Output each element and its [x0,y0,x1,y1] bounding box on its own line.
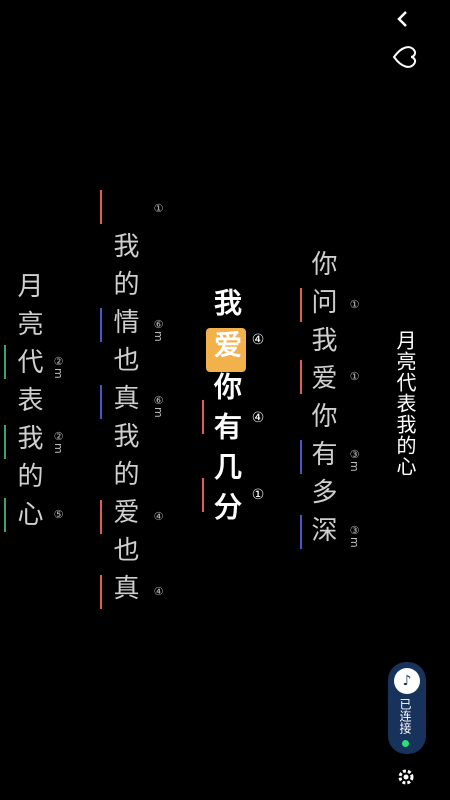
lyric-line-3: 我的情也真我的爱也真 [106,232,143,612]
chord-number: ① [348,298,361,311]
lyric-line-1: 你问我爱你有多深 [304,250,341,554]
chord-number: ④ [152,510,165,523]
lyric-char: 也 [109,346,139,384]
chord-number: ① [152,202,165,215]
lyric-char: 多 [307,478,337,516]
lyric-char: 表 [13,386,43,424]
connection-status-label: 已连接 [398,698,412,734]
chord-number: ③m [348,524,361,548]
lyric-char: 我 [109,422,139,460]
chord-mark [300,288,302,322]
chord-number: ⑥m [152,318,165,342]
lyric-char: 也 [109,536,139,574]
lyric-char: 真 [109,384,139,422]
chord-number: ④ [152,585,165,598]
lyric-char: 情 [109,308,139,346]
chord-mark [100,500,102,534]
lyric-line-2-current: 我爱你有几分 [206,288,246,532]
lyric-char: 深 [307,516,337,554]
lyric-char: 爱 [307,364,337,402]
chord-mark [100,385,102,419]
chord-number: ③m [348,448,361,472]
lyric-char: 的 [13,462,43,500]
lyric-char: 心 [13,500,43,538]
lyric-char: 我 [210,288,243,328]
chord-number: ②m [52,430,65,454]
lyric-char: 你 [307,250,337,288]
chord-mark [300,440,302,474]
lyric-char: 我 [13,424,43,462]
chord-mark [100,190,102,224]
chord-mark [202,478,204,512]
lyric-char: 你 [307,402,337,440]
lyric-char: 亮 [13,310,43,348]
lyric-char: 问 [307,288,337,326]
heart-icon[interactable] [390,42,420,72]
chord-number: ④ [250,410,266,426]
chord-mark [4,345,6,379]
lyric-char: 我 [307,326,337,364]
chord-number: ① [348,370,361,383]
gear-icon[interactable] [396,767,416,787]
lyric-char: 我 [109,232,139,270]
lyric-char: 有 [307,440,337,478]
chord-mark [4,425,6,459]
chord-mark [100,575,102,609]
lyric-char: 你 [210,372,243,412]
chord-mark [300,515,302,549]
lyric-char: 真 [109,574,139,612]
chord-mark [100,308,102,342]
lyric-char: 有 [210,412,243,452]
status-dot [402,740,409,747]
lyric-line-4: 月亮代表我的心 [10,272,47,538]
lyric-char-highlighted: 爱 [206,328,246,372]
chord-number: ⑤ [52,508,65,521]
lyric-char: 的 [109,460,139,498]
chord-mark [202,400,204,434]
chord-number: ① [250,487,266,503]
lyric-char: 爱 [109,498,139,536]
chord-number: ④ [250,332,266,348]
back-arrow-icon[interactable] [392,6,418,32]
lyric-char: 月 [13,272,43,310]
lyric-char: 的 [109,270,139,308]
song-title: 月亮代表我的心 [393,330,417,477]
guitar-icon: ♪ [394,668,420,694]
chord-mark [4,498,6,532]
chord-number: ②m [52,355,65,379]
lyric-char: 分 [210,492,243,532]
lyric-char: 代 [13,348,43,386]
lyric-char: 几 [210,452,243,492]
chord-mark [300,360,302,394]
chord-number: ⑥m [152,394,165,418]
